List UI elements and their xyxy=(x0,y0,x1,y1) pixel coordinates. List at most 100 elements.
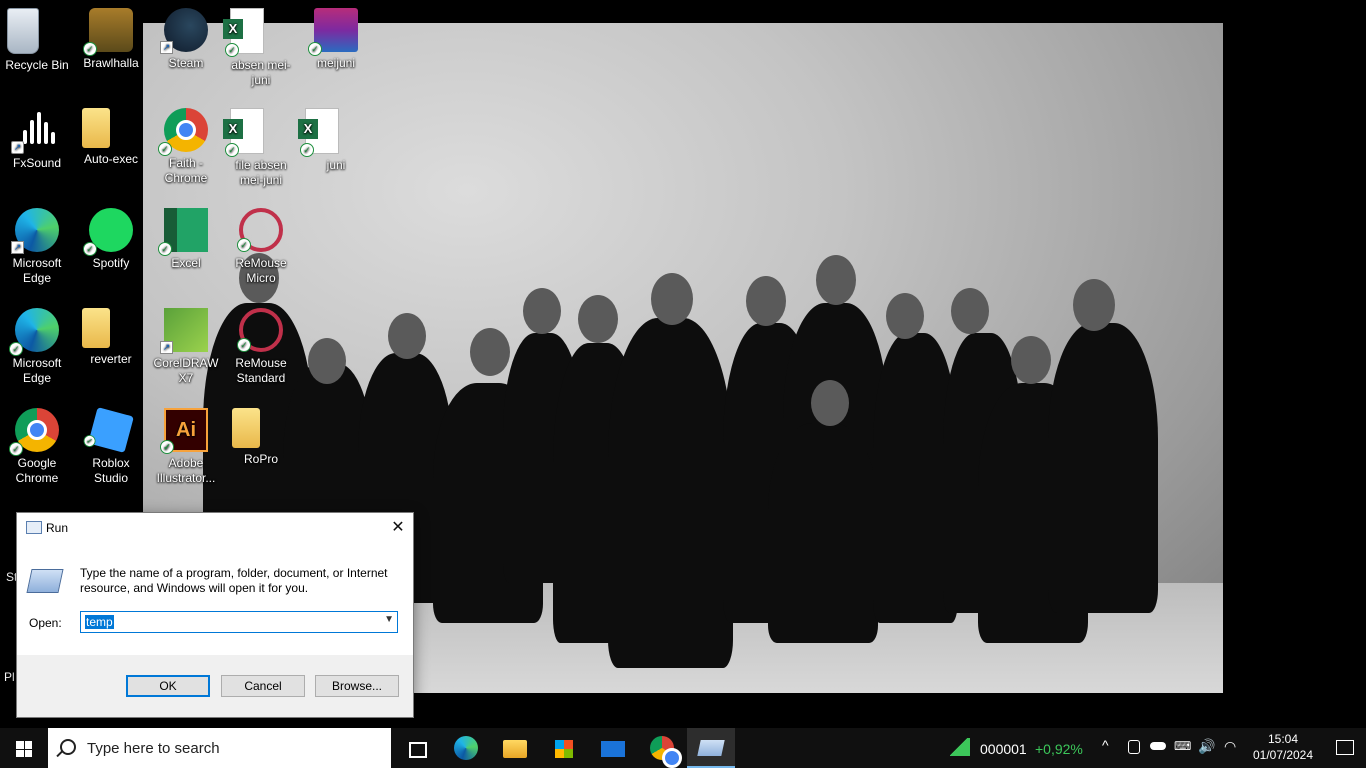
start-button[interactable] xyxy=(0,728,48,768)
desktop-icon-label: juni xyxy=(326,158,346,172)
recycle-bin-icon xyxy=(7,8,39,54)
desktop-icon-label: CorelDRAW X7 xyxy=(153,356,219,385)
desktop-icon-label: ReMouse Standard xyxy=(235,356,287,385)
search-box[interactable]: Type here to search xyxy=(48,728,391,768)
desktop-icon-excel[interactable]: ✓ Excel xyxy=(149,200,223,271)
taskbar-chrome[interactable] xyxy=(638,728,686,768)
taskbar-run[interactable] xyxy=(687,728,735,768)
windows-logo-icon xyxy=(16,741,32,757)
desktop-icon-brawlhalla[interactable]: ✓ Brawlhalla xyxy=(74,0,148,71)
excel-icon: ✓ xyxy=(158,208,208,256)
notification-icon xyxy=(1336,740,1354,755)
search-placeholder: Type here to search xyxy=(87,740,220,757)
desktop-icon-microsoft-edge-2[interactable]: ✓ Microsoft Edge xyxy=(0,300,74,386)
taskbar-mail[interactable] xyxy=(589,728,637,768)
onedrive-icon[interactable] xyxy=(1150,742,1166,750)
desktop-icon-juni[interactable]: ✓ juni xyxy=(298,100,373,173)
desktop-icon-steam[interactable]: ↗ Steam xyxy=(149,0,223,71)
taskbar-store[interactable] xyxy=(540,728,588,768)
roblox-studio-icon: ✓ xyxy=(82,407,134,453)
stock-change: +0,92% xyxy=(1035,741,1083,757)
desktop-icon-fxsound[interactable]: ↗ FxSound xyxy=(0,100,74,171)
task-view-icon xyxy=(409,742,427,758)
desktop-icon-auto-exec[interactable]: Auto-exec xyxy=(74,100,148,167)
desktop-icon-file-absen-mei-juni[interactable]: ✓ file absen mei-juni xyxy=(223,100,298,188)
folder-icon xyxy=(82,308,110,348)
volume-icon[interactable]: 🔊 xyxy=(1198,738,1215,755)
run-titlebar[interactable]: Run ✕ xyxy=(17,513,413,543)
stock-widget[interactable]: 000001 +0,92% xyxy=(946,728,1086,768)
chevron-down-icon[interactable]: ▼ xyxy=(384,614,394,625)
taskbar-file-explorer[interactable] xyxy=(491,728,539,768)
desktop-icon-adobe-illustrator[interactable]: Ai ✓ Adobe Illustrator... xyxy=(149,400,223,486)
run-icon xyxy=(26,521,42,534)
desktop-icon-remouse-standard[interactable]: ✓ ReMouse Standard xyxy=(224,300,298,386)
desktop-icon-absen-mei-juni[interactable]: ✓ absen mei-juni xyxy=(223,0,298,88)
open-input-value[interactable]: temp xyxy=(85,615,114,629)
desktop-icon-meijuni[interactable]: ✓ meijuni xyxy=(299,0,373,71)
search-icon xyxy=(60,739,76,755)
clock-time: 15:04 xyxy=(1267,732,1299,746)
excel-file-icon: ✓ xyxy=(223,108,264,157)
desktop-icon-label: Auto-exec xyxy=(83,152,139,166)
wifi-icon[interactable]: ◠ xyxy=(1224,738,1236,755)
run-description: Type the name of a program, folder, docu… xyxy=(80,566,388,595)
desktop-icon-spotify[interactable]: ✓ Spotify xyxy=(74,200,148,271)
folder-icon xyxy=(82,108,110,148)
desktop-icon-label: absen mei-juni xyxy=(231,58,291,87)
file-explorer-icon xyxy=(503,740,527,758)
desktop-icon-label: Steam xyxy=(168,56,204,70)
desktop-icon-label: Spotify xyxy=(92,256,130,270)
desktop-icon-label: Excel xyxy=(171,256,201,270)
fxsound-icon: ↗ xyxy=(11,108,59,154)
run-title: Run xyxy=(46,521,69,535)
desktop-icon-recycle-bin[interactable]: Recycle Bin xyxy=(0,0,74,73)
open-label: Open: xyxy=(29,616,62,630)
close-button[interactable]: ✕ xyxy=(383,513,413,543)
desktop-icon-label: Microsoft Edge xyxy=(12,356,62,385)
taskbar-edge[interactable] xyxy=(442,728,490,768)
desktop-icon-ropro[interactable]: RoPro xyxy=(224,400,298,467)
illustrator-icon: Ai ✓ xyxy=(160,408,208,454)
chevron-up-icon[interactable]: ^ xyxy=(1102,737,1109,753)
store-icon xyxy=(555,740,573,758)
remouse-icon: ✓ xyxy=(237,308,283,352)
desktop-icon-reverter[interactable]: reverter xyxy=(74,300,148,367)
browse-button[interactable]: Browse... xyxy=(315,675,399,697)
spotify-icon: ✓ xyxy=(83,208,133,256)
ok-button[interactable]: OK xyxy=(126,675,210,697)
desktop-icon-google-chrome[interactable]: ✓ Google Chrome xyxy=(0,400,74,486)
remouse-icon: ✓ xyxy=(237,208,283,252)
stock-chart-icon xyxy=(950,738,970,756)
mail-icon xyxy=(601,741,625,757)
partial-icon-label: Pl xyxy=(4,670,15,684)
desktop-icon-label: Adobe Illustrator... xyxy=(156,456,216,485)
clock-date: 01/07/2024 xyxy=(1252,748,1314,762)
edge-icon xyxy=(454,736,478,760)
run-icon xyxy=(697,740,725,756)
coreldraw-icon: ↗ xyxy=(160,308,208,354)
desktop-icon-coreldraw[interactable]: ↗ CorelDRAW X7 xyxy=(149,300,223,386)
task-view-button[interactable] xyxy=(392,728,440,768)
notification-center-button[interactable] xyxy=(1322,728,1366,768)
desktop-icon-microsoft-edge[interactable]: ↗ Microsoft Edge xyxy=(0,200,74,286)
desktop-icon-label: Faith - Chrome xyxy=(164,156,208,185)
desktop-icon-label: ReMouse Micro xyxy=(235,256,287,285)
meet-now-icon[interactable] xyxy=(1128,740,1140,754)
brawlhalla-icon: ✓ xyxy=(83,8,133,56)
desktop-icon-label: Microsoft Edge xyxy=(12,256,62,285)
clock[interactable]: 15:04 01/07/2024 xyxy=(1250,731,1316,763)
desktop-icon-remouse-micro[interactable]: ✓ ReMouse Micro xyxy=(224,200,298,286)
cancel-button[interactable]: Cancel xyxy=(221,675,305,697)
steam-icon: ↗ xyxy=(160,8,208,54)
desktop-icon-roblox-studio[interactable]: ✓ Roblox Studio xyxy=(74,400,148,486)
desktop-icon-faith-chrome[interactable]: ✓ Faith - Chrome xyxy=(149,100,223,186)
edge-icon: ↗ xyxy=(11,208,59,254)
taskbar: Type here to search 000001 +0,92% ^ ⌨ 🔊 … xyxy=(0,728,1366,768)
edge-icon: ✓ xyxy=(9,308,59,356)
run-dialog: Run ✕ Type the name of a program, folder… xyxy=(16,512,414,718)
language-icon[interactable]: ⌨ xyxy=(1174,739,1191,753)
excel-file-icon: ✓ xyxy=(298,108,339,157)
desktop-icon-label: Brawlhalla xyxy=(83,56,139,70)
open-combobox[interactable]: temp ▼ xyxy=(80,611,398,633)
